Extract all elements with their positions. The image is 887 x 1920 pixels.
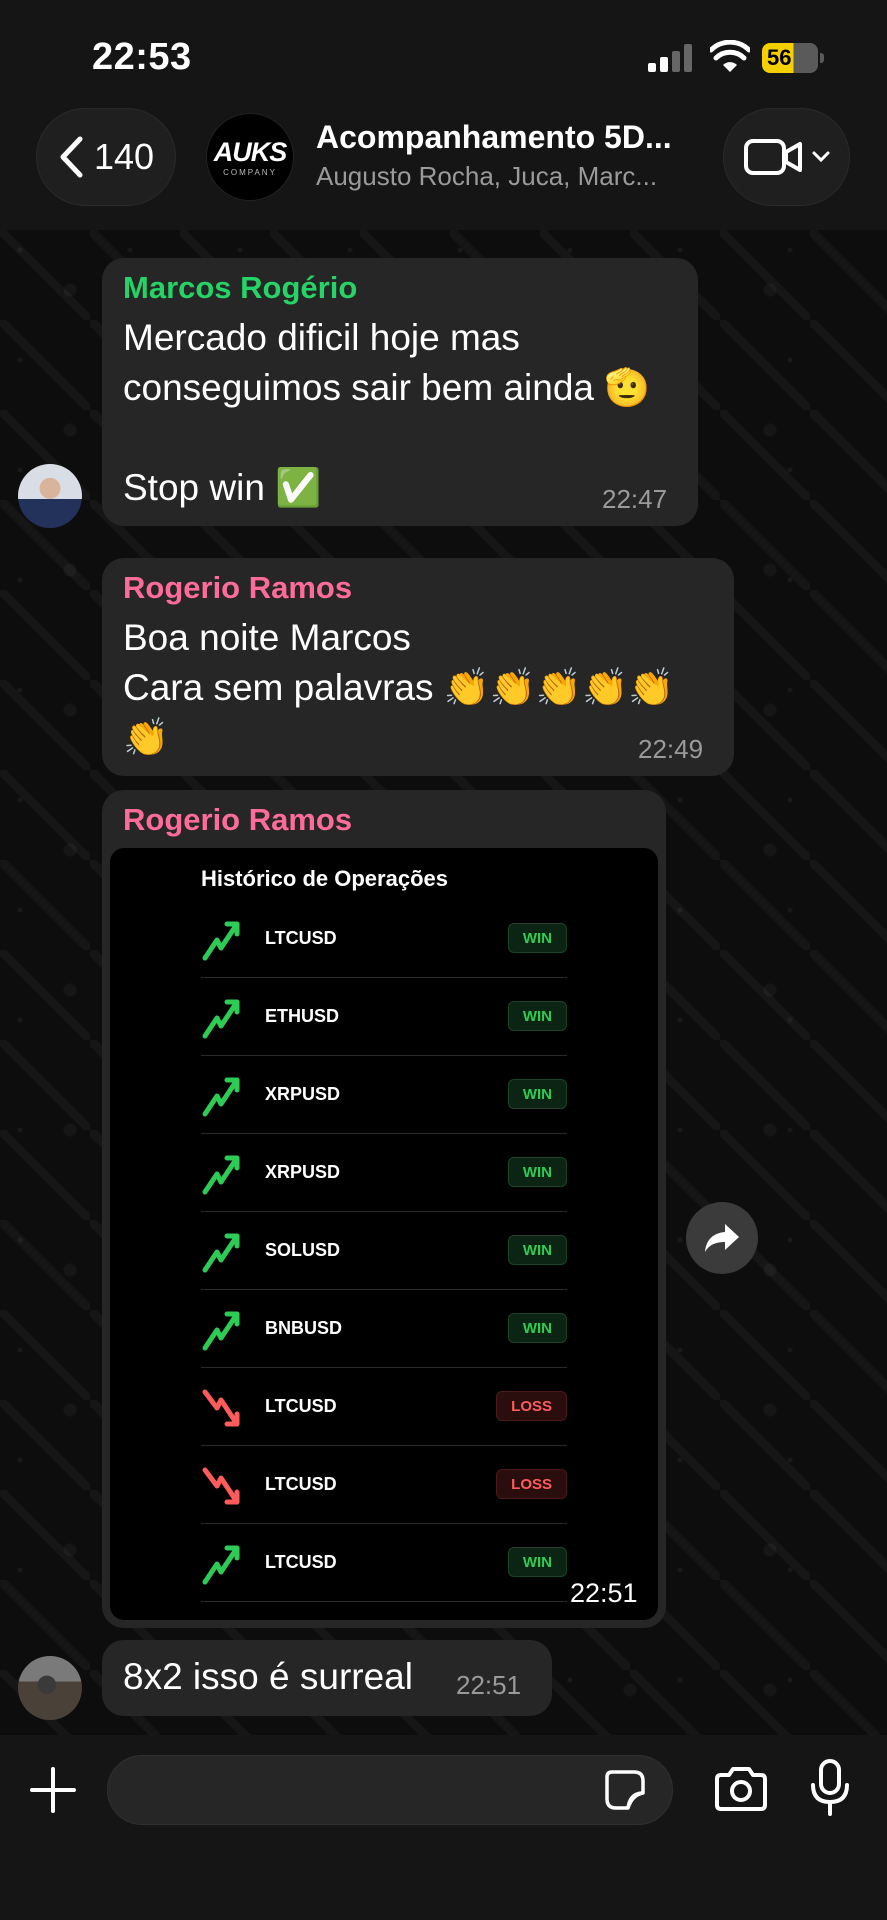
message-text: Boa noite Marcos Cara sem palavras 👏👏👏👏👏… bbox=[123, 617, 675, 758]
message-bubble[interactable]: Rogerio Ramos Boa noite Marcos Cara sem … bbox=[102, 558, 734, 776]
group-logo-text: AUKS bbox=[213, 137, 288, 167]
operation-result-badge: WIN bbox=[507, 1001, 567, 1031]
status-bar: 22:53 56 bbox=[0, 0, 887, 105]
trend-up-icon bbox=[202, 999, 240, 1039]
camera-icon[interactable] bbox=[713, 1765, 769, 1813]
forward-arrow-icon bbox=[705, 1224, 739, 1252]
operation-symbol: SOLUSD bbox=[265, 1240, 341, 1260]
cellular-signal-icon bbox=[648, 44, 692, 72]
avatar[interactable] bbox=[18, 464, 82, 528]
forward-button[interactable] bbox=[686, 1202, 758, 1274]
sticker-icon[interactable] bbox=[604, 1769, 646, 1811]
message-bubble[interactable]: Marcos Rogério Mercado dificil hoje mas … bbox=[102, 258, 698, 526]
operation-row: BNBUSD WIN bbox=[201, 1290, 567, 1368]
operation-symbol: LTCUSD bbox=[265, 928, 337, 948]
battery-level: 56 bbox=[767, 45, 792, 70]
avatar[interactable] bbox=[18, 1656, 82, 1720]
operation-row: XRPUSD WIN bbox=[201, 1134, 567, 1212]
message-input-bar bbox=[0, 1735, 887, 1920]
trend-up-icon bbox=[202, 1545, 240, 1585]
message-text: Mercado dificil hoje mas conseguimos sai… bbox=[123, 317, 651, 508]
operation-symbol: LTCUSD bbox=[265, 1474, 337, 1494]
group-avatar[interactable]: AUKS COMPANY bbox=[206, 113, 294, 201]
trend-up-icon bbox=[202, 1233, 240, 1273]
operations-title: Histórico de Operações bbox=[201, 866, 448, 891]
operation-row: LTCUSD LOSS bbox=[201, 1446, 567, 1524]
trend-down-icon bbox=[202, 1467, 240, 1505]
operation-symbol: XRPUSD bbox=[265, 1084, 341, 1104]
message-sender: Rogerio Ramos bbox=[123, 570, 353, 605]
trend-down-icon bbox=[202, 1389, 240, 1427]
message-input[interactable] bbox=[107, 1755, 673, 1825]
operation-row: SOLUSD WIN bbox=[201, 1212, 567, 1290]
message-time: 22:49 bbox=[638, 734, 704, 764]
message-text: 8x2 isso é surreal bbox=[123, 1656, 413, 1697]
trend-up-icon bbox=[202, 1155, 240, 1195]
message-bubble[interactable]: 8x2 isso é surreal 22:51 bbox=[102, 1640, 552, 1716]
operation-result-badge: LOSS bbox=[496, 1469, 567, 1499]
chat-header: 140 AUKS COMPANY Acompanhamento 5D... Au… bbox=[0, 105, 887, 230]
operations-screenshot[interactable]: Histórico de Operações LTCUSD WIN ETHUSD WI… bbox=[110, 848, 658, 1620]
operation-result-badge: WIN bbox=[507, 1079, 567, 1109]
operation-result-badge: WIN bbox=[507, 923, 567, 953]
message-time: 22:51 bbox=[570, 1578, 638, 1608]
operation-result-badge: WIN bbox=[507, 1235, 567, 1265]
operation-row: LTCUSD LOSS bbox=[201, 1368, 567, 1446]
operation-result-badge: WIN bbox=[507, 1313, 567, 1343]
battery-icon: 56 bbox=[762, 43, 826, 73]
message-sender: Marcos Rogério bbox=[123, 270, 358, 305]
trend-up-icon bbox=[202, 921, 240, 961]
operation-result-badge: WIN bbox=[507, 1157, 567, 1187]
message-time: 22:51 bbox=[456, 1670, 522, 1700]
video-call-button[interactable] bbox=[723, 108, 850, 206]
status-time: 22:53 bbox=[92, 36, 192, 78]
message-sender: Rogerio Ramos bbox=[123, 802, 353, 837]
operation-symbol: LTCUSD bbox=[265, 1396, 337, 1416]
operation-result-badge: WIN bbox=[507, 1547, 567, 1577]
plus-icon[interactable] bbox=[28, 1765, 78, 1815]
operation-symbol: BNBUSD bbox=[265, 1318, 343, 1338]
trend-up-icon bbox=[202, 1311, 240, 1351]
trend-up-icon bbox=[202, 1077, 240, 1117]
wifi-icon bbox=[710, 40, 750, 72]
operation-result-badge: LOSS bbox=[496, 1391, 567, 1421]
operation-row: ETHUSD WIN bbox=[201, 978, 567, 1056]
operation-row: LTCUSD WIN bbox=[201, 1524, 567, 1602]
group-logo-sub: COMPANY bbox=[223, 168, 277, 177]
operation-row: LTCUSD WIN bbox=[201, 900, 567, 978]
chevron-down-icon bbox=[812, 151, 829, 163]
back-button[interactable]: 140 bbox=[36, 108, 176, 206]
unread-count: 140 bbox=[93, 136, 155, 177]
operation-symbol: XRPUSD bbox=[265, 1162, 341, 1182]
group-members[interactable]: Augusto Rocha, Juca, Marc... bbox=[316, 161, 657, 192]
video-camera-icon bbox=[743, 139, 802, 175]
microphone-icon[interactable] bbox=[810, 1759, 850, 1817]
chevron-left-icon bbox=[60, 136, 83, 178]
message-time: 22:47 bbox=[602, 484, 668, 514]
operation-symbol: LTCUSD bbox=[265, 1552, 337, 1572]
operation-symbol: ETHUSD bbox=[265, 1006, 340, 1026]
group-title[interactable]: Acompanhamento 5D... bbox=[316, 119, 672, 156]
operation-row: XRPUSD WIN bbox=[201, 1056, 567, 1134]
